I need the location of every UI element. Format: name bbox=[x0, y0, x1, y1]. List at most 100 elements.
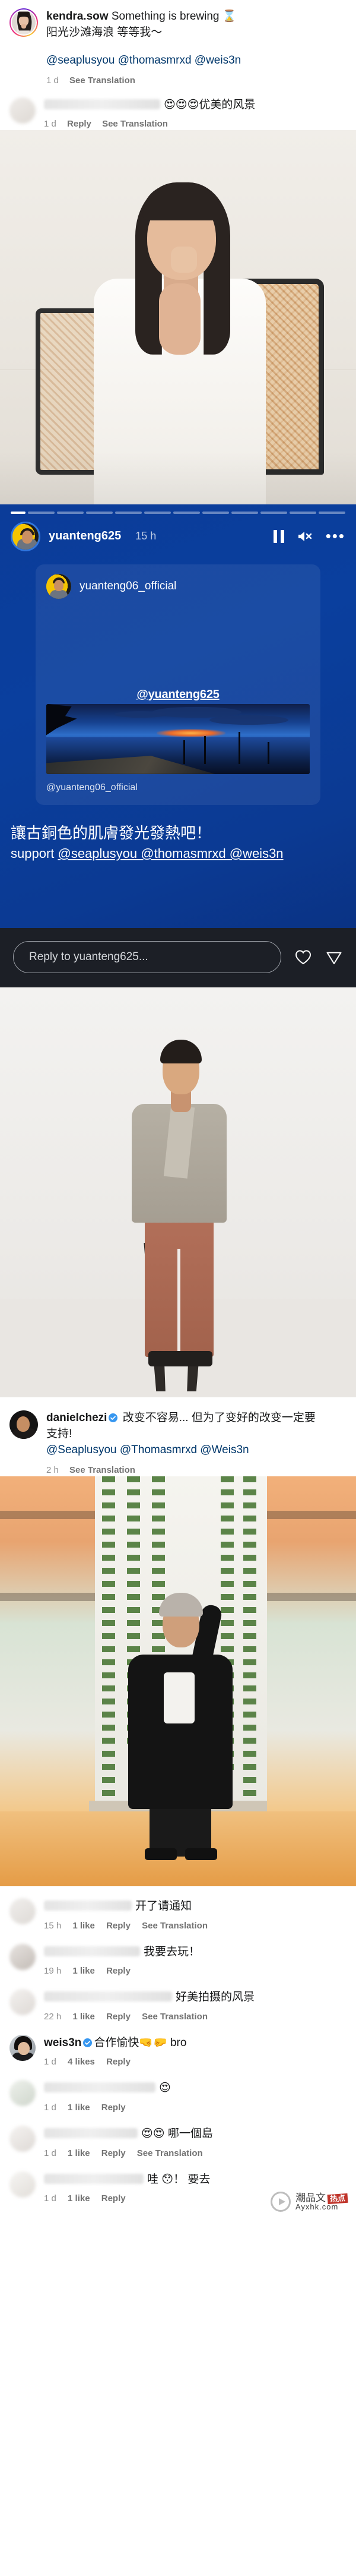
comment-likes[interactable]: 1 like bbox=[72, 1966, 95, 1976]
story-segment-5[interactable] bbox=[115, 511, 142, 514]
story-segment-11[interactable] bbox=[289, 511, 316, 514]
story-segment-6[interactable] bbox=[144, 511, 171, 514]
comment-username-hidden[interactable] bbox=[44, 1901, 132, 1911]
hanging-vine bbox=[102, 1476, 115, 1797]
post-image-kendra[interactable] bbox=[0, 130, 356, 504]
comment-text: 合作愉快🤜🤛 bro bbox=[94, 2036, 187, 2049]
story-controls: ••• bbox=[273, 528, 345, 544]
reply-link[interactable]: Reply bbox=[106, 2057, 131, 2067]
shared-post-account[interactable]: yuanteng06_official bbox=[80, 580, 176, 593]
avatar[interactable] bbox=[9, 1989, 36, 2016]
comment-username-hidden[interactable] bbox=[44, 2173, 144, 2184]
caption-mentions[interactable]: @Seaplusyou @Thomasmrxd @Weis3n bbox=[46, 1442, 347, 1459]
see-translation-link[interactable]: See Translation bbox=[102, 119, 168, 129]
caption-text: kendra.sow Something is brewing ⌛ 阳光沙滩海浪… bbox=[46, 8, 347, 87]
story-caption-line-2: support @seaplusyou @thomasmrxd @weis3n bbox=[11, 846, 345, 861]
comment-text: 开了请通知 bbox=[135, 1900, 192, 1913]
comment-likes[interactable]: 4 likes bbox=[68, 2057, 95, 2067]
comment-likes[interactable]: 1 like bbox=[68, 2193, 90, 2204]
pause-icon[interactable] bbox=[273, 529, 284, 543]
heart-icon[interactable] bbox=[294, 948, 312, 966]
story-caption-mentions[interactable]: @seaplusyou @thomasmrxd @weis3n bbox=[58, 846, 284, 861]
comment-row: 😍😍 哪一個島 1 d 1 like Reply See Translation bbox=[0, 2114, 356, 2160]
see-translation-link[interactable]: See Translation bbox=[69, 75, 135, 86]
leg-gap bbox=[177, 1248, 180, 1359]
see-translation-link[interactable]: See Translation bbox=[137, 2148, 203, 2158]
photo-shadow bbox=[0, 450, 356, 504]
comment-meta: 19 h 1 like Reply bbox=[44, 1965, 347, 1977]
avatar[interactable] bbox=[9, 2126, 36, 2152]
avatar-danielchezi[interactable] bbox=[9, 1410, 38, 1439]
jetty-post bbox=[204, 736, 206, 765]
comment-likes[interactable]: 1 like bbox=[68, 2148, 90, 2158]
more-options-icon[interactable]: ••• bbox=[326, 528, 345, 543]
avatar-weis3n[interactable] bbox=[9, 2034, 36, 2061]
comment-likes[interactable]: 1 like bbox=[72, 1921, 95, 1931]
post-username[interactable]: kendra.sow bbox=[46, 10, 109, 23]
comment-text: 哇 😯！ 要去 bbox=[147, 2173, 211, 2186]
verified-badge-icon bbox=[83, 2037, 93, 2047]
story-segment-1[interactable] bbox=[11, 511, 26, 514]
comment-timestamp: 1 d bbox=[44, 2103, 56, 2113]
reply-link[interactable]: Reply bbox=[101, 2148, 126, 2158]
story-shared-post-card[interactable]: yuanteng06_official @yuanteng625 @yuante… bbox=[36, 564, 320, 805]
shared-post-avatar[interactable] bbox=[46, 573, 71, 599]
caption-meta: 1 d See Translation bbox=[46, 74, 347, 87]
story-segment-4[interactable] bbox=[85, 511, 113, 514]
reply-link[interactable]: Reply bbox=[67, 119, 91, 129]
story-viewer[interactable]: yuanteng625 15 h ••• yuanteng06_official… bbox=[0, 504, 356, 987]
reply-link[interactable]: Reply bbox=[101, 2193, 126, 2204]
reply-link[interactable]: Reply bbox=[106, 1921, 131, 1931]
comment-row: 我要去玩！ 19 h 1 like Reply bbox=[0, 1932, 356, 1978]
reply-link[interactable]: Reply bbox=[106, 2012, 131, 2022]
comment-likes[interactable]: 1 like bbox=[68, 2103, 90, 2113]
avatar[interactable] bbox=[9, 2171, 36, 2198]
avatar[interactable] bbox=[9, 1898, 36, 1925]
story-segment-7[interactable] bbox=[173, 511, 200, 514]
comment-username-hidden[interactable] bbox=[44, 1991, 172, 2002]
avatar[interactable] bbox=[9, 2080, 36, 2107]
send-icon[interactable] bbox=[325, 948, 343, 966]
story-reply-input[interactable]: Reply to yuanteng625... bbox=[13, 940, 281, 973]
caption-timestamp: 2 h bbox=[46, 1464, 59, 1475]
story-segment-8[interactable] bbox=[202, 511, 229, 514]
avatar[interactable] bbox=[9, 97, 36, 124]
comment-username-hidden[interactable] bbox=[44, 2082, 155, 2093]
story-segment-10[interactable] bbox=[260, 511, 287, 514]
story-caption-line-1: 讓古銅色的肌膚發光發熱吧！ bbox=[11, 823, 212, 842]
shared-post-photo[interactable] bbox=[46, 703, 310, 774]
avatar-kendra[interactable] bbox=[9, 8, 38, 37]
story-segment-3[interactable] bbox=[56, 511, 84, 514]
story-segment-2[interactable] bbox=[27, 511, 55, 514]
avatar[interactable] bbox=[9, 1943, 36, 1970]
instagram-feed-screenshot: kendra.sow Something is brewing ⌛ 阳光沙滩海浪… bbox=[0, 0, 356, 2218]
caption-mentions[interactable]: @seaplusyou @thomasmrxd @weis3n bbox=[46, 53, 347, 69]
post-username[interactable]: danielchezi bbox=[46, 1412, 107, 1424]
watermark-text: 潮品文 热点 Ayxhk.com bbox=[295, 2192, 348, 2211]
reply-link[interactable]: Reply bbox=[101, 2103, 126, 2113]
comment-username-hidden[interactable] bbox=[44, 99, 160, 110]
story-segment-9[interactable] bbox=[231, 511, 258, 514]
see-translation-link[interactable]: See Translation bbox=[142, 2012, 208, 2022]
comment-text: 😍😍😍优美的风景 bbox=[164, 99, 256, 112]
post-image-man-standing[interactable] bbox=[0, 987, 356, 1397]
comment-username-hidden[interactable] bbox=[44, 1946, 140, 1956]
mute-icon[interactable] bbox=[297, 530, 313, 543]
play-icon bbox=[270, 2192, 291, 2212]
comment-timestamp: 1 d bbox=[44, 2148, 56, 2158]
story-username[interactable]: yuanteng625 bbox=[49, 529, 121, 543]
story-segment-12[interactable] bbox=[318, 511, 345, 514]
comment-username-hidden[interactable] bbox=[44, 2128, 138, 2139]
see-translation-link[interactable]: See Translation bbox=[69, 1465, 135, 1475]
comment-body: 开了请通知 15 h 1 like Reply See Translation bbox=[44, 1898, 347, 1932]
reply-link[interactable]: Reply bbox=[106, 1966, 131, 1976]
story-avatar[interactable] bbox=[11, 521, 40, 551]
comment-meta: 1 d 1 like Reply See Translation bbox=[44, 2147, 347, 2160]
comment-likes[interactable]: 1 like bbox=[72, 2012, 95, 2022]
see-translation-link[interactable]: See Translation bbox=[142, 1921, 208, 1931]
story-progress-bars[interactable] bbox=[0, 511, 356, 514]
post-image-man-plants[interactable] bbox=[0, 1476, 356, 1887]
story-mention-sticker[interactable]: @yuanteng625 bbox=[46, 688, 310, 702]
comment-username[interactable]: weis3n bbox=[44, 2037, 81, 2049]
comment-row: 😍 1 d 1 like Reply bbox=[0, 2068, 356, 2114]
